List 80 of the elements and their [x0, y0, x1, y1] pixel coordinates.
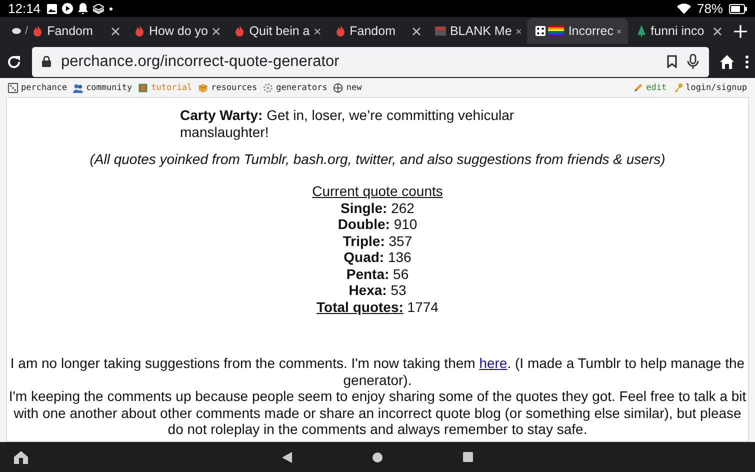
total-line: Total quotes: 1774 — [316, 298, 438, 315]
image-icon — [46, 4, 57, 14]
book-icon — [138, 82, 148, 92]
source-note: (All quotes yoinked from Tumblr, bash.org, twitter, and also suggestions from friends & users) — [88, 151, 666, 167]
close-icon[interactable] — [212, 26, 220, 36]
url-text: perchance.org/incorrect-quote-generator — [61, 52, 340, 70]
browser-tab[interactable]: funni inco — [628, 18, 728, 44]
tab-title: Fandom — [47, 24, 94, 38]
close-icon[interactable] — [516, 26, 522, 36]
lock-icon — [42, 56, 51, 67]
image-icon — [434, 25, 446, 37]
bookmark-icon[interactable] — [667, 55, 677, 68]
notice-text: I am no longer taking suggestions from the comments. I'm now taking them here. (I made a Tumblr to help manage the generator). — [9, 355, 746, 388]
count-line: Triple: 357 — [342, 232, 412, 249]
tree-icon — [636, 25, 647, 37]
menu-icon[interactable] — [745, 54, 749, 68]
count-line: Quad: 136 — [344, 249, 412, 266]
layers-icon — [92, 4, 104, 14]
battery-percent: 78% — [696, 1, 723, 16]
back-icon[interactable] — [282, 452, 292, 462]
browser-tab[interactable]: How do yo — [126, 18, 226, 44]
play-icon — [62, 3, 73, 14]
browser-tab[interactable]: Fandom — [326, 18, 427, 44]
people-icon — [73, 82, 84, 92]
tab-group-icon — [12, 28, 21, 34]
flame-icon — [134, 25, 145, 37]
quote-text: Carty Warty: Get in, loser, we’re committing vehicular manslaughter! — [180, 107, 516, 141]
new-tab-icon[interactable] — [734, 24, 747, 38]
key-icon — [672, 82, 683, 92]
count-line: Double: 910 — [338, 216, 418, 232]
tab-title: How do yo — [148, 24, 208, 38]
tab-title: Fandom — [350, 24, 396, 38]
microphone-icon[interactable] — [687, 54, 699, 69]
browser-tab[interactable]: / Fandom — [4, 18, 126, 44]
bell-icon — [78, 3, 88, 14]
browser-tab[interactable]: BLANK Me — [426, 18, 528, 44]
wifi-icon — [676, 3, 691, 14]
home-icon[interactable] — [14, 450, 28, 464]
flame-icon — [334, 25, 346, 37]
browser-tab[interactable]: Quit bein a — [226, 18, 327, 44]
reload-icon[interactable] — [6, 54, 22, 70]
flame-icon — [234, 25, 246, 37]
nav-link[interactable]: community — [86, 82, 132, 92]
flame-icon — [32, 25, 44, 37]
close-icon[interactable] — [412, 26, 421, 36]
tab-title: BLANK Me — [450, 24, 512, 38]
dice-icon — [8, 82, 18, 92]
comments-paragraph: I'm keeping the comments up because people seem to enjoy sharing some of the quotes they got. Feel free to talk a bit with one another about other comments made or share an incorrect quote blog (or something else similar), but please do not roleplay in the comments and always remember to stay safe. — [8, 388, 748, 438]
count-line: Single: 262 — [340, 200, 414, 216]
nav-link[interactable]: generators — [276, 82, 328, 92]
home-icon[interactable] — [719, 54, 735, 70]
home-button-icon[interactable] — [372, 452, 383, 462]
close-icon[interactable] — [617, 26, 622, 36]
battery-icon — [729, 4, 747, 14]
count-line: Penta: 56 — [346, 266, 409, 282]
nav-link[interactable]: resources — [211, 82, 258, 92]
nav-link[interactable]: login/signup — [686, 82, 747, 92]
dice-icon — [535, 25, 546, 37]
address-field[interactable]: perchance.org/incorrect-quote-generator — [32, 46, 709, 76]
here-link[interactable]: here — [479, 355, 508, 371]
rainbow-flag-icon — [548, 25, 564, 37]
gear-icon — [263, 82, 274, 92]
nav-link[interactable]: new — [346, 82, 362, 92]
dot-icon — [108, 6, 113, 10]
nav-link[interactable]: perchance — [21, 82, 68, 92]
close-icon[interactable] — [110, 26, 120, 36]
close-icon[interactable] — [713, 26, 722, 36]
count-line: Hexa: 53 — [348, 282, 406, 298]
browser-tab[interactable]: Incorrec — [527, 18, 628, 44]
clock: 12:14 — [8, 1, 41, 16]
tab-title: funni inco — [650, 24, 706, 38]
box-icon — [198, 82, 208, 92]
close-icon[interactable] — [314, 26, 321, 36]
pencil-icon — [633, 82, 644, 92]
tab-title: Incorrec — [568, 24, 614, 38]
tab-title: Quit bein a — [249, 24, 310, 38]
nav-link[interactable]: edit — [646, 82, 667, 92]
counts-heading: Current quote counts — [312, 183, 443, 200]
globe-icon — [333, 82, 344, 92]
tab-prefix: / — [25, 25, 28, 37]
